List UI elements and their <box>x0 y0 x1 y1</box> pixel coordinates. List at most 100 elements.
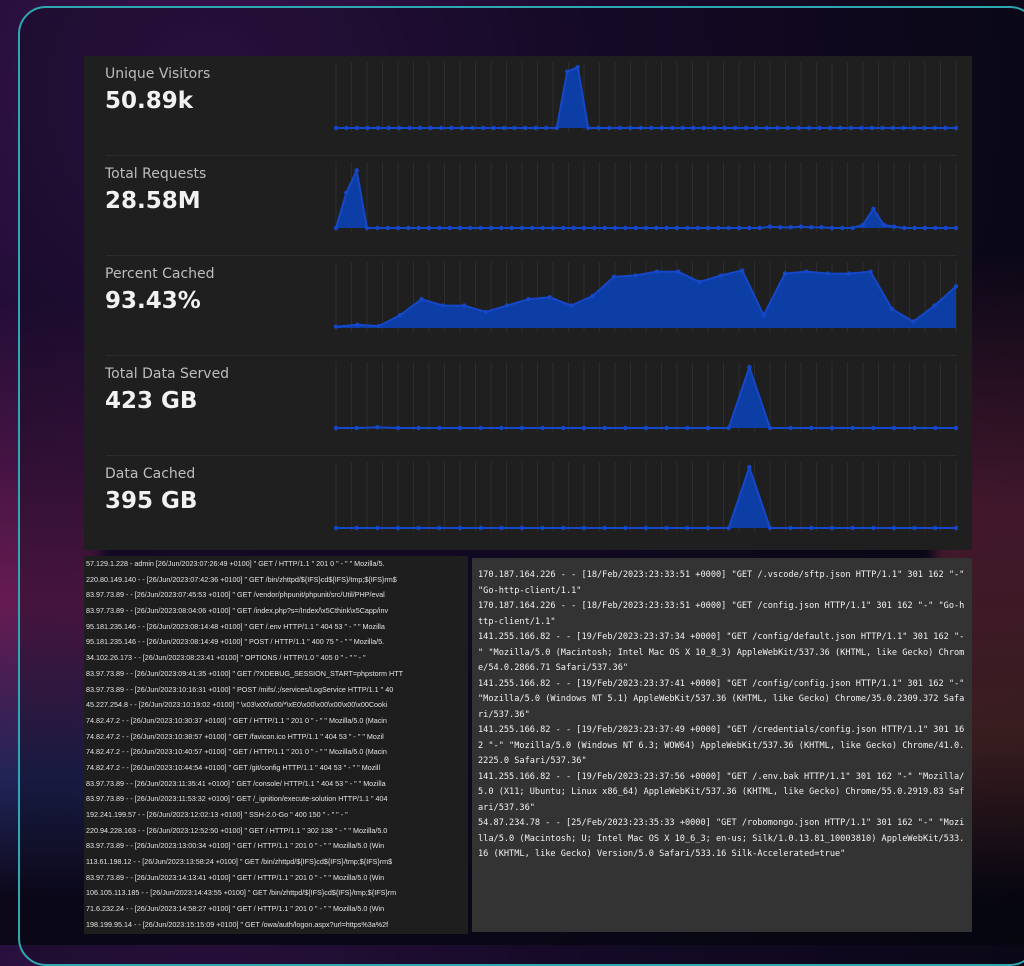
sparkline-point <box>581 525 587 531</box>
sparkline-point <box>628 125 633 131</box>
sparkline-point <box>437 225 442 231</box>
sparkline-point <box>846 271 852 276</box>
stat-label: Data Cached <box>105 466 196 482</box>
sparkline-point <box>602 225 607 231</box>
sparkline-point <box>416 425 421 431</box>
sparkline-point <box>499 525 504 531</box>
sparkline-point <box>344 125 349 131</box>
sparkline-point <box>691 125 696 131</box>
sparkline-point <box>953 284 958 289</box>
sparkline-point <box>501 125 507 131</box>
sparkline-point <box>782 271 788 276</box>
sparkline-point <box>788 425 793 431</box>
sparkline-point <box>850 525 855 531</box>
sparkline-point <box>850 225 855 231</box>
sparkline-point <box>561 225 566 231</box>
sparkline-point <box>561 525 566 531</box>
sparkline-point <box>890 125 896 131</box>
sparkline-point <box>726 425 731 431</box>
log-line: 192.241.199.57 - - [26/Jun/2023:12:02:13… <box>86 810 348 819</box>
sparkline-point <box>334 225 339 231</box>
log-entry: 54.87.234.78 - - [25/Feb/2023:23:35:33 +… <box>478 818 965 859</box>
sparkline-point <box>633 225 638 231</box>
log-line: 83.97.73.89 - - [26/Jun/2023:11:53:32 +0… <box>86 794 388 804</box>
log-line: 57.129.1.228 - admin [26/Jun/2023:07:26:… <box>86 559 385 568</box>
log-line: 220.94.228.163 - - [26/Jun/2023:12:52:50… <box>86 825 388 835</box>
sparkline-point <box>623 225 628 231</box>
sparkline-point <box>365 125 370 131</box>
sparkline-point <box>726 225 731 231</box>
sparkline-point <box>932 303 937 308</box>
sparkline-point <box>459 125 465 131</box>
sparkline-point <box>654 269 659 274</box>
sparkline-point <box>519 425 525 431</box>
sparkline-total-requests <box>334 162 958 232</box>
sparkline-point <box>568 303 574 308</box>
sparkline-point <box>457 525 463 531</box>
sparkline-point <box>670 125 675 131</box>
sparkline-point <box>809 225 814 230</box>
sparkline-point <box>871 425 876 431</box>
sparkline-point <box>817 125 822 131</box>
sparkline-point <box>922 125 927 131</box>
sparkline-point <box>891 224 897 229</box>
log-line: 220.80.149.140 - - [26/Jun/2023:07:42:36… <box>86 574 397 584</box>
sparkline-point <box>522 125 528 131</box>
sparkline-point <box>871 525 876 531</box>
sparkline-point <box>922 225 928 231</box>
sparkline-point <box>385 225 390 231</box>
sparkline-point <box>633 273 638 278</box>
sparkline-point <box>701 125 706 131</box>
log-entry: 141.255.166.82 - - [19/Feb/2023:23:37:56… <box>478 771 965 813</box>
sparkline-point <box>953 525 958 531</box>
sparkline-point <box>581 225 587 231</box>
sparkline-point <box>512 125 517 131</box>
sparkline-point <box>654 225 659 231</box>
sparkline-data-cached <box>334 462 958 532</box>
stat-total-data-served: Total Data Served 423 GB <box>84 356 972 456</box>
sparkline-point <box>519 525 525 531</box>
sparkline-point <box>829 525 835 531</box>
sparkline-point <box>462 303 467 308</box>
sparkline-point <box>449 125 454 131</box>
sparkline-point <box>617 125 622 131</box>
sparkline-point <box>664 525 669 531</box>
sparkline-point <box>419 297 424 302</box>
sparkline-point <box>740 268 745 273</box>
sparkline-point <box>354 125 360 131</box>
sparkline-point <box>638 125 643 131</box>
sparkline-point <box>491 125 496 131</box>
sparkline-point <box>540 425 545 431</box>
sparkline-point <box>889 306 895 311</box>
sparkline-point <box>561 425 566 431</box>
stat-label: Total Data Served <box>105 366 230 382</box>
sparkline-point <box>840 225 845 231</box>
log-line: 83.97.73.89 - - [26/Jun/2023:13:00:34 +0… <box>86 841 385 851</box>
sparkline-point <box>712 125 717 131</box>
sparkline-point <box>767 224 773 229</box>
log-entry: 141.255.166.82 - - [19/Feb/2023:23:37:41… <box>478 678 965 720</box>
stat-value: 28.58M <box>105 188 201 214</box>
sparkline-point <box>767 425 773 431</box>
sparkline-point <box>416 225 421 231</box>
log-line: 71.6.232.24 - - [26/Jun/2023:14:58:27 +0… <box>86 904 385 914</box>
log-line: 83.97.73.89 - - [26/Jun/2023:10:16:31 +0… <box>86 684 394 694</box>
sparkline-point <box>716 225 721 231</box>
sparkline-point <box>819 225 824 230</box>
log-line: 95.181.235.146 - - [26/Jun/2023:08:14:48… <box>86 621 385 631</box>
sparkline-point <box>804 269 809 274</box>
sparkline-point <box>375 525 380 531</box>
sparkline-point <box>426 225 432 231</box>
sparkline-point <box>747 365 752 370</box>
log-line: 74.82.47.2 - - [26/Jun/2023:10:44:54 +01… <box>86 762 381 772</box>
log-line: 45.227.254.8 - - [26/Jun/2023:10:19:02 +… <box>86 700 388 710</box>
log-line: 74.82.47.2 - - [26/Jun/2023:10:30:37 +01… <box>86 715 387 725</box>
sparkline-point <box>868 269 873 274</box>
sparkline-point <box>592 225 597 231</box>
sparkline-point <box>355 322 360 327</box>
log-entry: 141.255.166.82 - - [19/Feb/2023:23:37:49… <box>478 725 965 766</box>
sparkline-point <box>850 425 855 431</box>
stat-label: Percent Cached <box>105 266 215 282</box>
sparkline-percent-cached <box>334 262 958 332</box>
sparkline-point <box>550 225 556 231</box>
